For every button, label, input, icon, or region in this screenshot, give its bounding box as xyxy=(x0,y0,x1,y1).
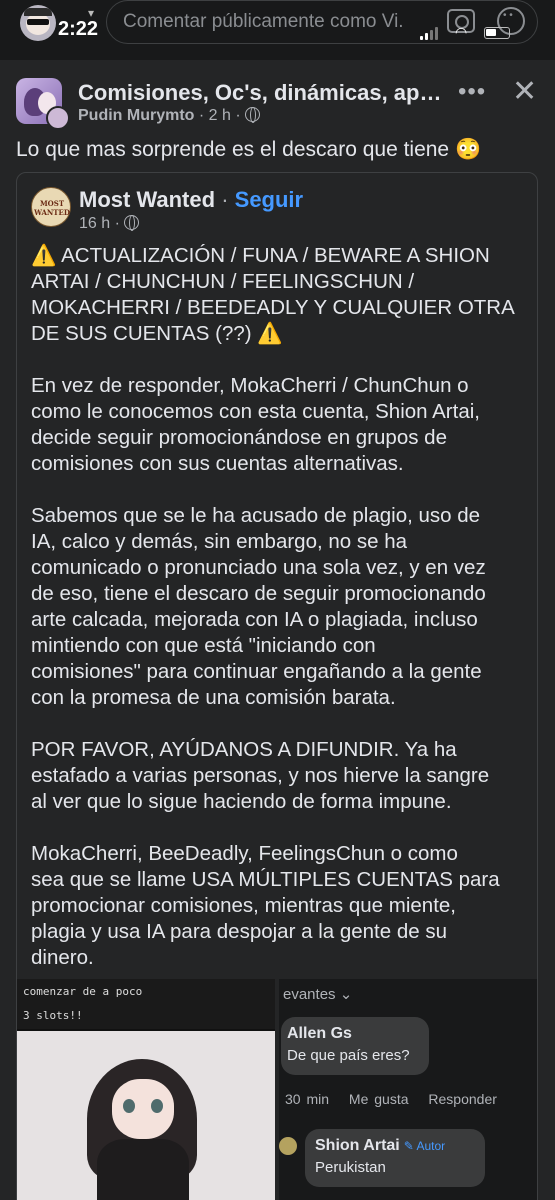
page-header: Most Wanted · Seguir xyxy=(79,187,303,213)
name-dot: · xyxy=(221,187,235,212)
photo-commission-ad[interactable]: comenzar de a poco 3 slots!! xyxy=(17,979,275,1200)
paragraph: En vez de responder, MokaCherri / ChunCh… xyxy=(31,374,480,475)
meta-dot: · xyxy=(114,215,125,232)
artwork-face xyxy=(112,1079,174,1139)
chevron-down-icon: ⌄ xyxy=(339,986,353,1003)
artwork-body xyxy=(97,1139,189,1200)
page-avatar[interactable]: MOST WANTED xyxy=(31,187,71,227)
signal-icon xyxy=(420,26,440,40)
comment-bubble: Shion Artai ✎ Autor Perukistan xyxy=(305,1129,485,1187)
shared-time[interactable]: 16 h xyxy=(79,215,110,232)
shared-body: ⚠️ ACTUALIZACIÓN / FUNA / BEWARE A SHION… xyxy=(31,243,531,997)
comment-text: De que país eres? xyxy=(287,1047,410,1064)
photo-caption: comenzar de a poco xyxy=(23,985,143,998)
comment-text: Perukistan xyxy=(315,1159,386,1176)
paragraph: MokaCherri, BeeDeadly, FeelingsChun o co… xyxy=(31,842,500,969)
group-name[interactable]: Comisiones, Oc's, dinámicas, apo... xyxy=(78,80,448,106)
chevron-down-icon: ▾ xyxy=(88,6,95,20)
meta-dot: · xyxy=(198,107,209,124)
comment-like: Me gusta xyxy=(348,1091,409,1107)
author-badge: ✎ Autor xyxy=(403,1139,446,1153)
shared-post[interactable]: MOST WANTED Most Wanted · Seguir 16 h · … xyxy=(16,172,538,1200)
comment-author-name: Shion Artai xyxy=(315,1137,400,1154)
avatar-sunglasses xyxy=(27,19,49,25)
top-bar: 2:22 ▾ Comentar públicamente como Vi... … xyxy=(0,0,555,56)
post-time[interactable]: 2 h xyxy=(209,107,231,124)
comment-placeholder: Comentar públicamente como Vi... xyxy=(123,11,403,32)
author-badge-label: Autor xyxy=(416,1139,446,1153)
divider xyxy=(0,56,555,60)
page-name[interactable]: Most Wanted xyxy=(79,187,215,212)
page-avatar-logo: MOST WANTED xyxy=(34,199,70,217)
meta-dot: · xyxy=(235,107,246,124)
comment-author: Shion Artai ✎ Autor xyxy=(315,1137,445,1155)
globe-icon xyxy=(124,215,140,231)
more-icon[interactable]: ••• xyxy=(458,78,486,106)
artwork-eye xyxy=(123,1099,135,1113)
photo-caption: 3 slots!! xyxy=(23,1009,83,1022)
comment-time: 30 min xyxy=(285,1091,330,1107)
artwork-eye xyxy=(151,1099,163,1113)
author-avatar[interactable] xyxy=(46,106,70,130)
avatar-hat xyxy=(24,8,52,16)
comment-bubble: Allen Gs De que país eres? xyxy=(281,1017,429,1075)
comment-avatar xyxy=(279,1137,297,1155)
comment-author: Allen Gs xyxy=(287,1025,352,1042)
wifi-icon: ◠ xyxy=(455,24,468,40)
relevant-text: evantes xyxy=(283,986,336,1003)
photo-grid: comenzar de a poco 3 slots!! evantes ⌄ A… xyxy=(17,979,537,1200)
comment-actions: 30 min Me gusta Responder xyxy=(285,1091,511,1107)
comment-reply: Responder xyxy=(428,1091,497,1107)
shared-meta: 16 h · xyxy=(79,215,140,233)
post-meta: Pudin Murymto · 2 h · xyxy=(78,107,261,125)
globe-icon xyxy=(245,107,261,123)
relevant-label: evantes ⌄ xyxy=(283,985,352,1003)
author-name[interactable]: Pudin Murymto xyxy=(78,107,194,124)
paragraph: POR FAVOR, AYÚDANOS A DIFUNDIR. Ya ha es… xyxy=(31,738,490,813)
post-text: Lo que mas sorprende es el descaro que t… xyxy=(16,138,482,161)
paragraph: ⚠️ ACTUALIZACIÓN / FUNA / BEWARE A SHION… xyxy=(31,244,515,345)
battery-icon xyxy=(484,27,510,39)
follow-button[interactable]: Seguir xyxy=(235,187,303,212)
comment-input[interactable]: Comentar públicamente como Vi... xyxy=(106,0,538,44)
user-avatar[interactable] xyxy=(20,5,56,41)
status-time: 2:22 xyxy=(58,18,99,40)
paragraph: Sabemos que se le ha acusado de plagio, … xyxy=(31,504,486,709)
photo-comments-screenshot[interactable]: evantes ⌄ Allen Gs De que país eres? 30 … xyxy=(279,979,537,1200)
close-icon[interactable]: ✕ xyxy=(512,74,537,109)
